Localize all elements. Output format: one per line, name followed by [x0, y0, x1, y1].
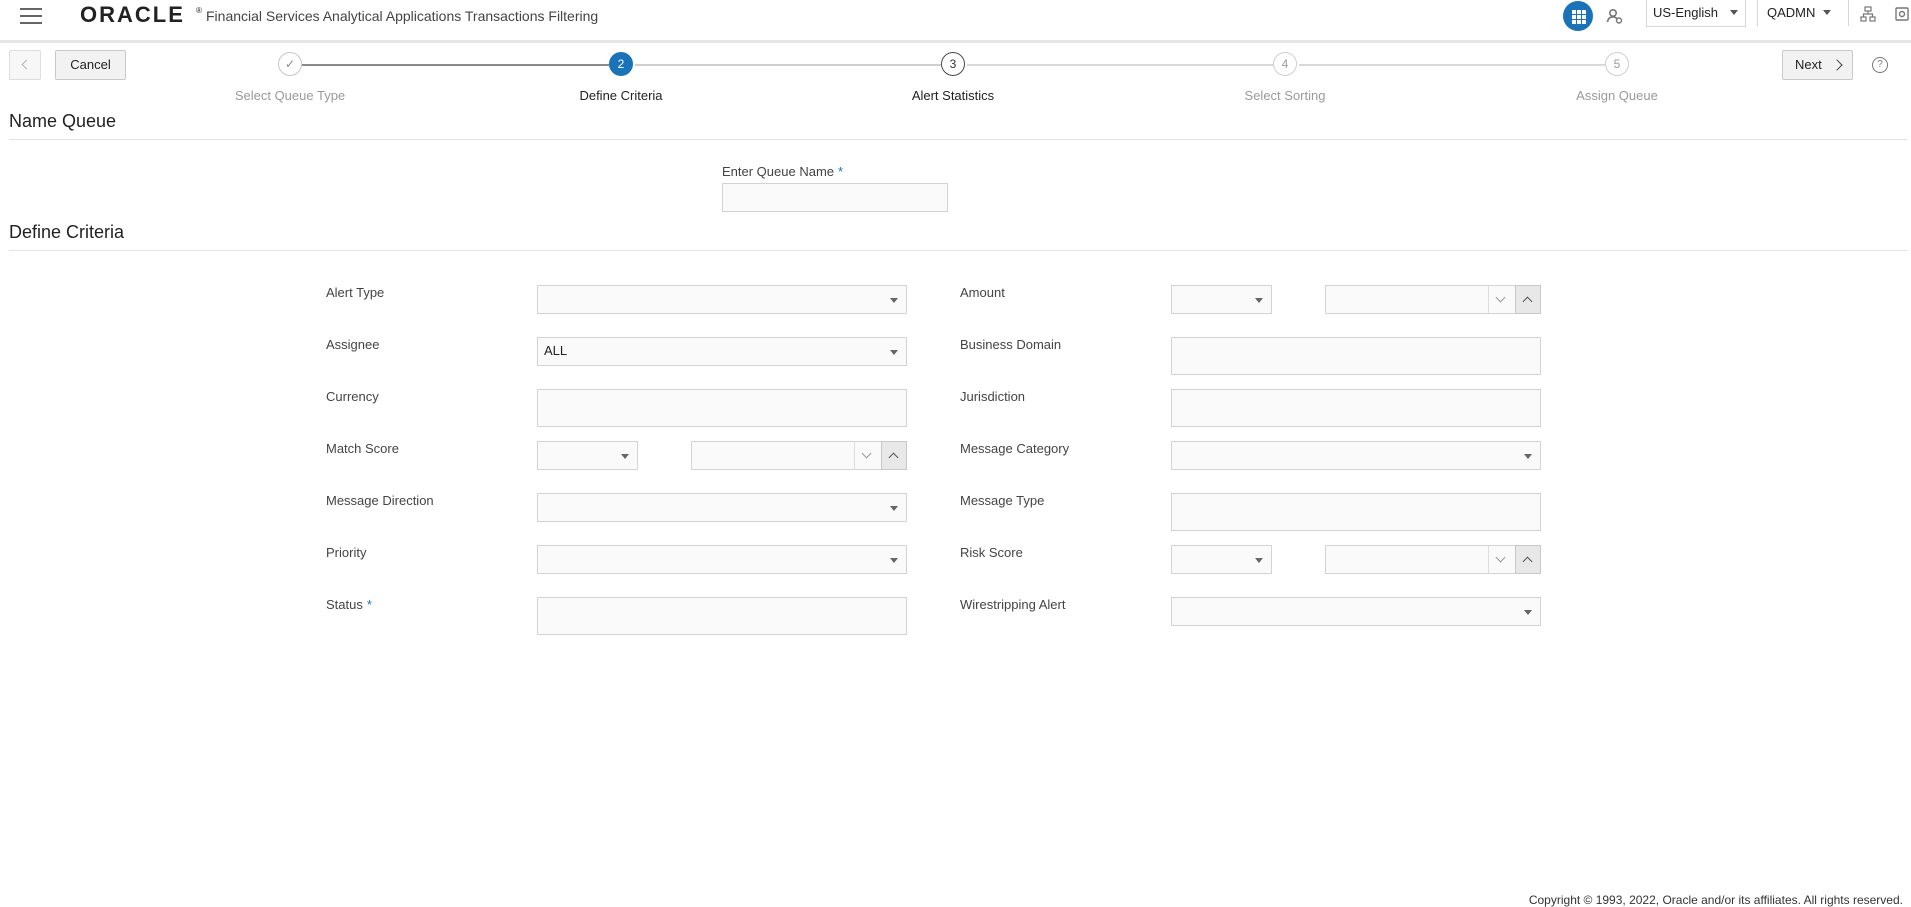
hamburger-menu-icon[interactable]	[20, 8, 42, 26]
chevron-right-icon	[1831, 59, 1843, 71]
section-title-name-queue: Name Queue	[9, 111, 117, 131]
increment-button[interactable]	[881, 441, 907, 470]
chevron-down-icon	[1495, 552, 1506, 563]
chevron-down-icon	[1524, 610, 1532, 615]
language-value: US-English	[1653, 5, 1719, 20]
language-select[interactable]: US-English	[1646, 0, 1746, 27]
queue-name-input[interactable]	[722, 183, 948, 212]
app-title: Financial Services Analytical Applicatio…	[206, 8, 599, 24]
priority-label: Priority	[326, 545, 367, 560]
chevron-down-icon	[890, 298, 898, 303]
help-icon[interactable]: ?	[1872, 57, 1888, 73]
train-step-2[interactable]: 2	[609, 52, 633, 76]
train-step-label: Select Queue Type	[234, 88, 346, 103]
train-connector	[967, 64, 1273, 66]
priority-select[interactable]	[537, 545, 907, 574]
currency-input[interactable]	[537, 389, 907, 427]
decrement-button[interactable]	[854, 442, 880, 469]
train-connector-completed	[302, 64, 609, 66]
chevron-down-icon	[890, 558, 898, 563]
registered-mark: ®	[196, 6, 202, 15]
chevron-down-icon	[861, 448, 872, 459]
train-step-label: Select Sorting	[1244, 88, 1326, 103]
amount-label: Amount	[960, 285, 1005, 300]
assignee-value: ALL	[544, 343, 568, 358]
chevron-down-icon	[890, 350, 898, 355]
chevron-up-icon	[1522, 296, 1533, 307]
next-button[interactable]: Next	[1782, 50, 1853, 80]
message-category-select[interactable]	[1171, 441, 1541, 470]
business-domain-label: Business Domain	[960, 337, 1062, 352]
risk-score-input[interactable]	[1325, 545, 1541, 574]
queue-name-label: Enter Queue Name *	[722, 164, 844, 179]
chevron-down-icon	[1730, 10, 1738, 15]
applications-grid-icon[interactable]	[1563, 1, 1593, 31]
status-label: Status *	[326, 597, 372, 612]
oracle-logo: ORACLE	[80, 2, 185, 27]
decrement-button[interactable]	[1488, 546, 1514, 573]
currency-label: Currency	[326, 389, 379, 404]
increment-button[interactable]	[1515, 545, 1541, 574]
jurisdiction-label: Jurisdiction	[960, 389, 1026, 404]
alert-type-select[interactable]	[537, 285, 907, 314]
jurisdiction-input[interactable]	[1171, 389, 1541, 427]
divider	[9, 139, 1907, 140]
wirestripping-alert-select[interactable]	[1171, 597, 1541, 626]
cancel-button[interactable]: Cancel	[55, 50, 126, 80]
required-indicator: *	[838, 164, 844, 179]
train-step-1[interactable]: ✓	[278, 52, 302, 76]
match-score-input[interactable]	[691, 441, 907, 470]
train-step-5[interactable]: 5	[1605, 52, 1629, 76]
increment-button[interactable]	[1515, 285, 1541, 314]
message-type-input[interactable]	[1171, 493, 1541, 531]
chevron-down-icon	[1495, 292, 1506, 303]
chevron-down-icon	[1823, 10, 1831, 15]
chevron-up-icon	[888, 452, 899, 463]
business-domain-input[interactable]	[1171, 337, 1541, 375]
train-step-label: Define Criteria	[579, 88, 663, 103]
assignee-label: Assignee	[326, 337, 380, 352]
chevron-down-icon	[1255, 298, 1263, 303]
match-score-operator-select[interactable]	[537, 441, 638, 470]
decrement-button[interactable]	[1488, 286, 1514, 313]
section-title-define-criteria: Define Criteria	[9, 222, 125, 242]
app-header: ORACLE ® Financial Services Analytical A…	[0, 0, 1911, 43]
train-step-3[interactable]: 3	[941, 52, 965, 76]
train-connector	[1299, 64, 1605, 66]
user-admin-icon[interactable]	[1606, 7, 1624, 25]
risk-score-label: Risk Score	[960, 545, 1023, 560]
train-step-4[interactable]: 4	[1273, 52, 1297, 76]
message-category-label: Message Category	[960, 441, 1070, 456]
status-input[interactable]	[537, 597, 907, 635]
back-button[interactable]	[9, 50, 41, 80]
assignee-select[interactable]: ALL	[537, 337, 907, 366]
message-direction-label: Message Direction	[326, 493, 434, 508]
chevron-down-icon	[1255, 558, 1263, 563]
logout-icon[interactable]	[1895, 6, 1911, 22]
train-step-label: Alert Statistics	[911, 88, 995, 103]
required-indicator: *	[366, 597, 372, 612]
amount-operator-select[interactable]	[1171, 285, 1272, 314]
divider	[9, 250, 1907, 251]
amount-input[interactable]	[1325, 285, 1541, 314]
chevron-down-icon	[890, 506, 898, 511]
chevron-down-icon	[1524, 454, 1532, 459]
user-menu[interactable]: QADMN	[1757, 0, 1849, 26]
network-icon[interactable]	[1860, 6, 1876, 22]
chevron-left-icon	[21, 59, 32, 70]
wirestripping-alert-label: Wirestripping Alert	[960, 597, 1066, 612]
train-step-label: Assign Queue	[1576, 88, 1658, 103]
next-button-label: Next	[1795, 57, 1822, 72]
chevron-up-icon	[1522, 556, 1533, 567]
risk-score-operator-select[interactable]	[1171, 545, 1272, 574]
message-type-label: Message Type	[960, 493, 1045, 508]
alert-type-label: Alert Type	[326, 285, 385, 300]
match-score-label: Match Score	[326, 441, 399, 456]
message-direction-select[interactable]	[537, 493, 907, 522]
user-name: QADMN	[1767, 5, 1816, 20]
cancel-button-label: Cancel	[70, 57, 111, 72]
train-connector	[635, 64, 941, 66]
chevron-down-icon	[621, 454, 629, 459]
